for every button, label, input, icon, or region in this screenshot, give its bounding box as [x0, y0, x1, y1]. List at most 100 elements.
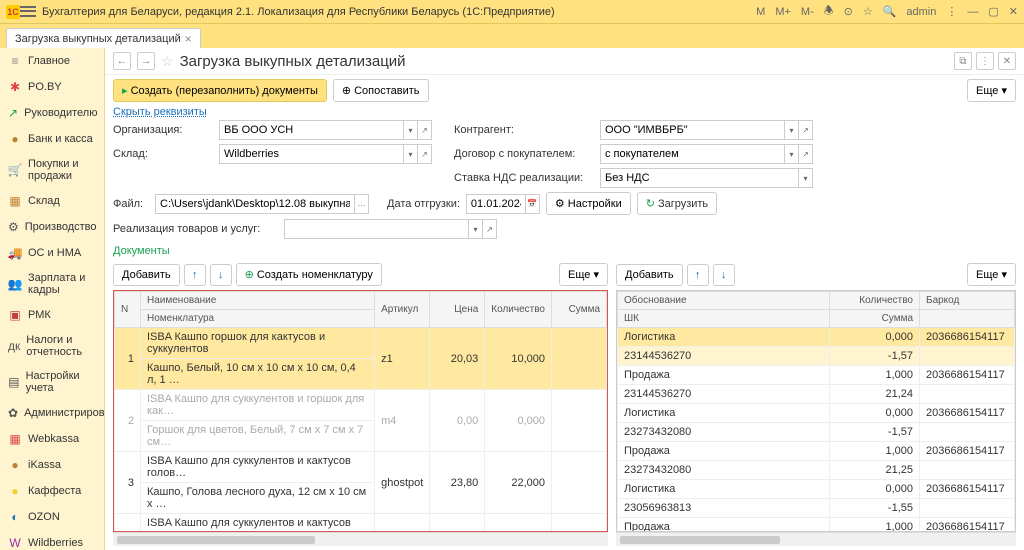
org-input[interactable]: [219, 120, 404, 140]
close-icon[interactable]: ✕: [1009, 5, 1018, 18]
table-row[interactable]: Логистика0,0002036686154117: [618, 404, 1015, 423]
menu-icon[interactable]: [20, 5, 36, 19]
sidebar-item[interactable]: 🛒Покупки и продажи: [0, 152, 104, 188]
page-close-icon[interactable]: ✕: [998, 52, 1016, 70]
sidebar-item[interactable]: ⚙Производство: [0, 214, 104, 240]
right-scrollbar[interactable]: [616, 532, 1016, 546]
table-row[interactable]: Продажа1,0002036686154117: [618, 518, 1015, 533]
sidebar-label: Webkassa: [28, 433, 79, 445]
table-row[interactable]: 2ISBA Кашпо для суккулентов и горшок для…: [115, 390, 607, 421]
bell-icon[interactable]: 🕭: [824, 2, 834, 21]
sidebar-item[interactable]: ▣РМК: [0, 302, 104, 328]
left-grid[interactable]: N Наименование Артикул Цена Количество С…: [113, 290, 608, 532]
real-dropdown[interactable]: ▾: [469, 219, 483, 239]
contract-input[interactable]: [600, 144, 785, 164]
tab-close-icon[interactable]: ×: [185, 32, 192, 46]
left-up-button[interactable]: ↑: [184, 264, 206, 286]
table-row[interactable]: Логистика0,0002036686154117: [618, 480, 1015, 499]
right-down-button[interactable]: ↓: [713, 264, 735, 286]
org-dropdown[interactable]: ▾: [404, 120, 418, 140]
sidebar-item[interactable]: ▦Склад: [0, 188, 104, 214]
star-icon[interactable]: ☆: [863, 5, 873, 18]
clock-icon[interactable]: ⊙: [844, 5, 853, 18]
main-toolbar: ▸ Создать (перезаполнить) документы ⊕ Со…: [105, 75, 1024, 106]
sidebar-item[interactable]: 👥Зарплата и кадры: [0, 266, 104, 302]
sidebar-item[interactable]: ●iKassa: [0, 452, 104, 478]
file-browse[interactable]: …: [355, 194, 369, 214]
sidebar-label: Wildberries: [28, 537, 83, 549]
real-open[interactable]: ↗: [483, 219, 497, 239]
table-row[interactable]: 23273432080-1,57: [618, 423, 1015, 442]
create-button[interactable]: ▸ Создать (перезаполнить) документы: [113, 79, 327, 102]
vat-dropdown[interactable]: ▾: [799, 168, 813, 188]
contr-open[interactable]: ↗: [799, 120, 813, 140]
app-logo: 1С: [6, 5, 20, 19]
contract-open[interactable]: ↗: [799, 144, 813, 164]
date-picker-icon[interactable]: 📅: [526, 194, 540, 214]
memory-minus[interactable]: M-: [801, 6, 814, 18]
table-row[interactable]: 2327343208021,25: [618, 461, 1015, 480]
left-more-button[interactable]: Еще ▾: [559, 263, 608, 286]
hide-details-link[interactable]: Скрыть реквизиты: [105, 106, 1024, 118]
nav-forward[interactable]: →: [137, 52, 155, 70]
sidebar-item[interactable]: ✱PO.BY: [0, 74, 104, 100]
date-input[interactable]: [466, 194, 526, 214]
col-basis: Обоснование: [618, 292, 830, 310]
sidebar-item[interactable]: ↗Руководителю: [0, 100, 104, 126]
table-row[interactable]: Логистика0,0002036686154117: [618, 328, 1015, 347]
open-external-icon[interactable]: ⧉: [954, 52, 972, 70]
table-row[interactable]: 1ISBA Кашпо горшок для кактусов и суккул…: [115, 328, 607, 359]
right-up-button[interactable]: ↑: [687, 264, 709, 286]
sidebar-item[interactable]: 🚚ОС и НМА: [0, 240, 104, 266]
sidebar-item[interactable]: ●Каффеста: [0, 478, 104, 504]
sidebar-item[interactable]: дкНалоги и отчетность: [0, 328, 104, 364]
left-scrollbar[interactable]: [113, 532, 608, 546]
tab-active[interactable]: Загрузка выкупных детализаций ×: [6, 28, 201, 49]
contract-dropdown[interactable]: ▾: [785, 144, 799, 164]
left-down-button[interactable]: ↓: [210, 264, 232, 286]
sidebar-label: Зарплата и кадры: [28, 272, 96, 296]
sidebar-item[interactable]: ✿Администрирование: [0, 400, 104, 426]
right-add-button[interactable]: Добавить: [616, 264, 683, 286]
compare-button[interactable]: ⊕ Сопоставить: [333, 79, 429, 102]
vat-input[interactable]: [600, 168, 799, 188]
org-open[interactable]: ↗: [418, 120, 432, 140]
right-grid[interactable]: Обоснование Количество Баркод ШК Сумма Л…: [616, 290, 1016, 532]
user-name[interactable]: admin: [906, 6, 936, 18]
create-nomenclature-button[interactable]: ⊕ Создать номенклатуру: [236, 263, 382, 286]
sidebar-item[interactable]: ▤Настройки учета: [0, 364, 104, 400]
memory-plus[interactable]: M+: [775, 6, 791, 18]
table-row[interactable]: 23144536270-1,57: [618, 347, 1015, 366]
contr-dropdown[interactable]: ▾: [785, 120, 799, 140]
memory-m[interactable]: M: [756, 6, 765, 18]
more-button[interactable]: Еще ▾: [967, 79, 1016, 102]
sidebar-item[interactable]: ▦Webkassa: [0, 426, 104, 452]
table-row[interactable]: Продажа1,0002036686154117: [618, 366, 1015, 385]
sidebar-item[interactable]: WWildberries: [0, 530, 104, 550]
table-row[interactable]: 2314453627021,24: [618, 385, 1015, 404]
settings-button[interactable]: ⚙ Настройки: [546, 192, 631, 215]
nav-back[interactable]: ←: [113, 52, 131, 70]
sidebar-item[interactable]: ●Банк и касса: [0, 126, 104, 152]
maximize-icon[interactable]: ▢: [988, 5, 998, 18]
contr-input[interactable]: [600, 120, 785, 140]
table-row[interactable]: 23056963813-1,55: [618, 499, 1015, 518]
search-icon[interactable]: 🔍: [883, 5, 897, 18]
warehouse-dropdown[interactable]: ▾: [404, 144, 418, 164]
sidebar-item[interactable]: ≡Главное: [0, 48, 104, 74]
warehouse-open[interactable]: ↗: [418, 144, 432, 164]
sidebar-item[interactable]: ◐OZON: [0, 504, 104, 530]
load-button[interactable]: ↻ Загрузить: [637, 192, 717, 215]
file-input[interactable]: [155, 194, 355, 214]
minimize-icon[interactable]: —: [967, 6, 978, 18]
table-row[interactable]: 3ISBA Кашпо для суккулентов и кактусов г…: [115, 452, 607, 483]
right-more-button[interactable]: Еще ▾: [967, 263, 1016, 286]
real-input[interactable]: [284, 219, 469, 239]
favorite-icon[interactable]: ☆: [161, 53, 174, 70]
sidebar-icon: ●: [8, 458, 22, 472]
table-row[interactable]: 4ISBA Кашпо для суккулентов и кактусов г…: [115, 514, 607, 533]
left-add-button[interactable]: Добавить: [113, 264, 180, 286]
menu-dots-icon[interactable]: ⋮: [976, 52, 994, 70]
table-row[interactable]: Продажа1,0002036686154117: [618, 442, 1015, 461]
warehouse-input[interactable]: [219, 144, 404, 164]
